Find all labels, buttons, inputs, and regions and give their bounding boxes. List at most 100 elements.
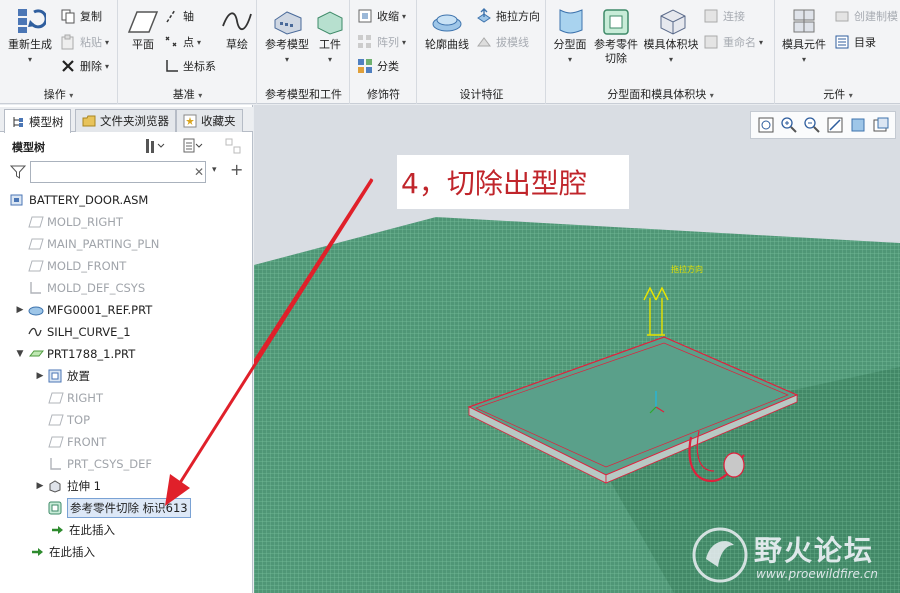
tab-folder-browser[interactable]: 文件夹浏览器 <box>75 109 176 132</box>
clear-filter-icon[interactable]: ✕ <box>194 165 204 179</box>
tree-filter-disabled-icon[interactable] <box>224 137 242 155</box>
tree-node[interactable]: MOLD_RIGHT <box>28 211 123 233</box>
saved-orientations-icon[interactable] <box>872 116 890 134</box>
star-icon <box>183 114 197 128</box>
tree-search-input[interactable] <box>30 161 206 183</box>
pattern-label: 阵列 <box>377 36 399 49</box>
delete-icon <box>60 58 76 74</box>
tab-model-tree[interactable]: 模型树 <box>4 109 71 133</box>
chevron-down-icon: ▾ <box>27 55 32 64</box>
datum-plane-icon <box>48 435 64 449</box>
watermark-url: www.proewildfire.cn <box>756 567 878 581</box>
tree-node[interactable]: BATTERY_DOOR.ASM <box>10 189 148 211</box>
shrink-button[interactable]: 收缩 ▾ <box>357 8 406 24</box>
copy-button[interactable]: 复制 <box>60 8 102 24</box>
regenerate-button[interactable]: 重新生成 ▾ <box>4 6 56 67</box>
tree-node[interactable]: FRONT <box>48 431 106 453</box>
add-filter-icon[interactable]: + <box>230 160 243 179</box>
tree-node[interactable]: MOLD_FRONT <box>28 255 126 277</box>
csys-icon <box>28 281 42 295</box>
chevron-down-icon[interactable]: ▾ <box>212 165 217 175</box>
chevron-down-icon: ▾ <box>327 55 332 64</box>
tab-favorites[interactable]: 收藏夹 <box>176 109 243 132</box>
classify-button[interactable]: 分类 <box>357 58 399 74</box>
group-label-modifiers[interactable]: 修饰符 <box>351 86 416 102</box>
group-label-ref-model[interactable]: 参考模型和工件 <box>258 86 349 102</box>
tree-node[interactable]: SILH_CURVE_1 <box>28 321 131 343</box>
tree-node[interactable]: ▶ MFG0001_REF.PRT <box>14 299 153 321</box>
catalog-icon <box>834 34 850 50</box>
tree-node[interactable]: 在此插入 <box>50 519 115 541</box>
rename-button[interactable]: 重命名 ▾ <box>703 34 763 50</box>
paste-button[interactable]: 粘贴 ▾ <box>60 34 109 50</box>
catalog-button[interactable]: 目录 <box>834 34 876 50</box>
tree-node[interactable]: ▶ 放置 <box>34 365 90 387</box>
parting-surface-button[interactable]: 分型面 ▾ <box>549 6 591 67</box>
point-button[interactable]: 点 ▾ <box>163 34 201 50</box>
collapse-arrow-icon[interactable]: ▼ <box>14 349 26 359</box>
ref-part-cutout-button[interactable]: 参考零件 切除 <box>591 6 641 66</box>
draft-line-button[interactable]: 拔模线 <box>476 34 529 50</box>
group-parting: 分型面 ▾ 参考零件 切除 模具体积块 ▾ 连接 重命名 ▾ 分型面和模具体积块… <box>547 0 775 104</box>
group-label-components[interactable]: 元件 ▾ <box>776 86 900 102</box>
model-tree-icon <box>11 115 25 129</box>
workpiece-label: 工件 <box>319 38 341 51</box>
expand-arrow-icon[interactable]: ▶ <box>34 371 46 381</box>
mold-volume-button[interactable]: 模具体积块 ▾ <box>641 6 701 67</box>
delete-button[interactable]: 删除 ▾ <box>60 58 109 74</box>
refit-icon[interactable] <box>757 116 775 134</box>
silhouette-curve-button[interactable]: 轮廓曲线 <box>420 6 474 52</box>
mold-component-button[interactable]: 模具元件 ▾ <box>778 6 830 67</box>
sketch-button[interactable]: 草绘 <box>219 6 255 52</box>
create-blank-button[interactable]: 创建制模 <box>834 8 898 24</box>
tree-node-selected[interactable]: 参考零件切除 标识613 <box>48 497 191 519</box>
group-label-datum[interactable]: 基准 ▾ <box>119 86 256 102</box>
ref-model-button[interactable]: 参考模型 ▾ <box>262 6 312 67</box>
tree-node[interactable]: PRT_CSYS_DEF <box>48 453 152 475</box>
tree-node[interactable]: MAIN_PARTING_PLN <box>28 233 159 255</box>
tree-node[interactable]: RIGHT <box>48 387 103 409</box>
datum-plane-icon <box>28 259 44 273</box>
shrink-label: 收缩 <box>377 10 399 23</box>
point-icon <box>163 34 179 50</box>
silhouette-curve-label: 轮廓曲线 <box>425 38 469 51</box>
plane-button[interactable]: 平面 <box>123 6 163 52</box>
workpiece-button[interactable]: 工件 ▾ <box>314 6 346 67</box>
extrude-icon <box>48 479 62 493</box>
axis-button[interactable]: 轴 <box>163 8 194 24</box>
csys-button[interactable]: 坐标系 <box>163 58 216 74</box>
mold-volume-label: 模具体积块 <box>643 38 699 51</box>
pattern-icon <box>357 34 373 50</box>
connect-button[interactable]: 连接 <box>703 8 745 24</box>
zoom-in-icon[interactable] <box>780 116 798 134</box>
datum-plane-icon <box>28 237 44 251</box>
pattern-button[interactable]: 阵列 ▾ <box>357 34 406 50</box>
pull-direction-label: 拖拉方向 <box>671 265 703 274</box>
display-style-icon[interactable] <box>849 116 867 134</box>
expand-arrow-icon[interactable]: ▶ <box>14 305 26 315</box>
watermark-logo-icon <box>692 527 748 583</box>
tree-settings-icon[interactable] <box>144 137 165 155</box>
tab-model-tree-label: 模型树 <box>29 114 64 129</box>
tree-node[interactable]: TOP <box>48 409 90 431</box>
filter-icon[interactable] <box>9 164 27 183</box>
expand-arrow-icon[interactable]: ▶ <box>34 481 46 491</box>
group-label-operations[interactable]: 操作 ▾ <box>0 86 117 102</box>
tree-node[interactable]: ▼ PRT1788_1.PRT <box>14 343 136 365</box>
copy-icon <box>60 8 76 24</box>
group-label-design-features[interactable]: 设计特征 <box>418 86 545 102</box>
tree-node[interactable]: 在此插入 <box>30 541 95 563</box>
repaint-icon[interactable] <box>826 116 844 134</box>
tree-columns-icon[interactable] <box>182 137 203 155</box>
pull-direction-button[interactable]: 拖拉方向 <box>476 8 540 24</box>
copy-label: 复制 <box>80 10 102 23</box>
zoom-out-icon[interactable] <box>803 116 821 134</box>
regenerate-icon <box>14 6 48 36</box>
chevron-down-icon: ▾ <box>402 12 407 21</box>
left-panel: 模型树 文件夹浏览器 收藏夹 模型树 ✕ ▾ + BATTERY_DOOR.AS… <box>0 105 253 593</box>
graphics-viewport[interactable]: 4，切除出型腔 拖拉方向 野火论坛 www.proewildfire.cn <box>254 105 900 593</box>
tree-node[interactable]: MOLD_DEF_CSYS <box>28 277 145 299</box>
csys-icon <box>163 58 179 74</box>
group-label-parting[interactable]: 分型面和模具体积块 ▾ <box>547 86 774 102</box>
tree-node[interactable]: ▶ 拉伸 1 <box>34 475 101 497</box>
